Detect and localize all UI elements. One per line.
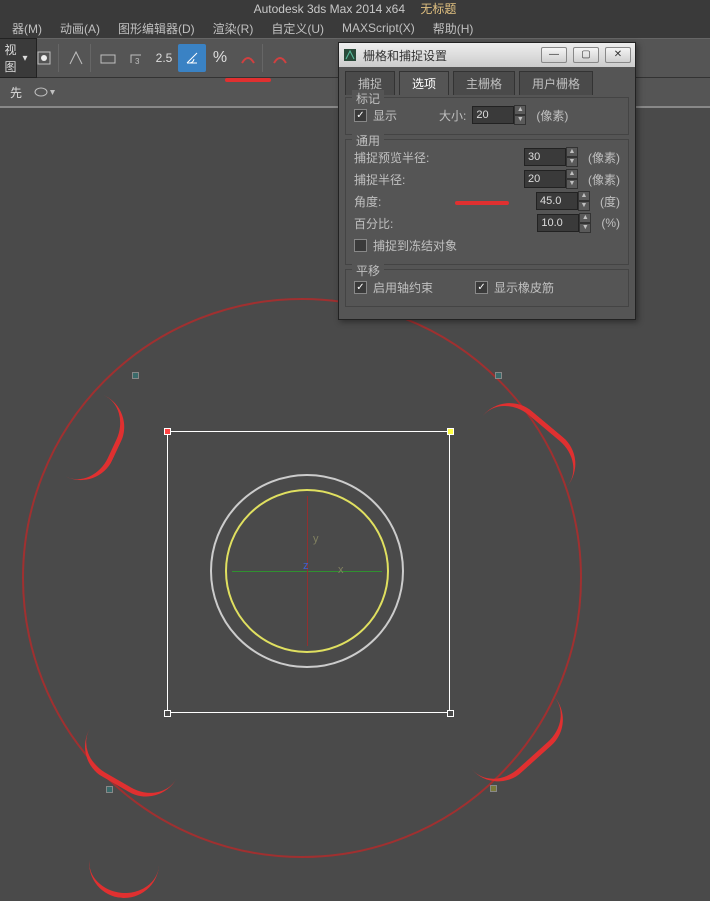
preview-radius-unit: (像素) <box>588 149 620 166</box>
snap-radius-label: 捕捉半径: <box>354 171 444 188</box>
preview-radius-label: 捕捉预览半径: <box>354 149 444 166</box>
percent-unit: (%) <box>601 216 620 230</box>
named-sel-icon[interactable]: 先 <box>2 78 30 106</box>
snap-radius-input[interactable] <box>524 170 566 188</box>
size-spinner[interactable]: ▲▼ <box>514 105 526 125</box>
dialog-title: 栅格和捕捉设置 <box>363 47 447 64</box>
annotation-stroke-bottom <box>86 805 164 901</box>
tool-dropdown-icon[interactable] <box>30 78 58 106</box>
axis-constraint-label: 启用轴约束 <box>373 279 433 296</box>
menu-customize[interactable]: 自定义(U) <box>263 19 332 38</box>
snap-frozen-label: 捕捉到冻结对象 <box>373 237 457 254</box>
angle-snap-icon[interactable] <box>178 44 206 72</box>
preview-radius-input[interactable] <box>524 148 566 166</box>
app-titlebar: Autodesk 3ds Max 2014 x64 无标题 <box>0 0 710 18</box>
spinner-snap-icon[interactable] <box>234 44 262 72</box>
select-manip-icon[interactable] <box>62 44 90 72</box>
selection-handle-tr[interactable] <box>447 428 454 435</box>
app-icon <box>343 48 357 62</box>
annotation-underline-1 <box>225 78 271 82</box>
angle-unit: (度) <box>600 193 620 210</box>
edge-snap-icon[interactable] <box>266 44 294 72</box>
bbox-handle-tr[interactable] <box>495 372 502 379</box>
bbox-handle-bl[interactable] <box>106 786 113 793</box>
tab-user-grid[interactable]: 用户栅格 <box>519 71 593 95</box>
menu-help[interactable]: 帮助(H) <box>425 19 482 38</box>
group-general-title: 通用 <box>352 132 384 149</box>
group-pan: 平移 启用轴约束 显示橡皮筋 <box>345 269 629 307</box>
dialog-titlebar[interactable]: 栅格和捕捉设置 — ▢ ✕ <box>339 43 635 67</box>
svg-text:3: 3 <box>135 57 140 66</box>
bbox-handle-tl[interactable] <box>132 372 139 379</box>
group-mark-title: 标记 <box>352 90 384 107</box>
percent-input[interactable] <box>537 214 579 232</box>
percent-label: 百分比: <box>354 215 444 232</box>
app-title: Autodesk 3ds Max 2014 x64 <box>254 2 405 16</box>
keyboard-shortcut-icon[interactable] <box>94 44 122 72</box>
maximize-button[interactable]: ▢ <box>573 47 599 63</box>
snap-radius-unit: (像素) <box>588 171 620 188</box>
bbox-handle-br[interactable] <box>490 785 497 792</box>
snap-3d-icon[interactable]: 3 <box>122 44 150 72</box>
group-mark: 标记 显示 大小: ▲▼ (像素) <box>345 97 629 135</box>
selection-handle-br[interactable] <box>447 710 454 717</box>
dialog-body: 标记 显示 大小: ▲▼ (像素) 通用 捕捉预览半径: ▲▼ <box>339 95 635 317</box>
angle-label: 角度: <box>354 193 444 210</box>
angle-value[interactable]: 2.5 <box>150 44 178 72</box>
angle-spinner[interactable]: ▲▼ <box>578 191 590 211</box>
coord-sys-dropdown[interactable]: 视图 <box>2 44 30 72</box>
rubber-band-label: 显示橡皮筋 <box>494 279 554 296</box>
close-button[interactable]: ✕ <box>605 47 631 63</box>
pivot-icon[interactable] <box>30 44 58 72</box>
tab-options[interactable]: 选项 <box>399 71 449 95</box>
size-label: 大小: <box>439 107 466 124</box>
preview-radius-spinner[interactable]: ▲▼ <box>566 147 578 167</box>
doc-name: 无标题 <box>420 2 456 16</box>
display-checkbox[interactable] <box>354 109 367 122</box>
axis-label-z: z <box>303 560 309 572</box>
rubber-band-checkbox[interactable] <box>475 281 488 294</box>
axis-constraint-checkbox[interactable] <box>354 281 367 294</box>
menu-rendering[interactable]: 渲染(R) <box>205 19 262 38</box>
percent-snap-icon[interactable]: % <box>206 44 234 72</box>
size-unit: (像素) <box>536 107 568 124</box>
snap-frozen-checkbox[interactable] <box>354 239 367 252</box>
snap-radius-spinner[interactable]: ▲▼ <box>566 169 578 189</box>
annotation-underline-2 <box>455 201 509 205</box>
axis-label-x: x <box>338 564 344 576</box>
selection-handle-bl[interactable] <box>164 710 171 717</box>
axis-label-y: y <box>313 533 319 545</box>
display-label: 显示 <box>373 107 397 124</box>
menu-maxscript[interactable]: MAXScript(X) <box>334 20 423 36</box>
tab-home-grid[interactable]: 主栅格 <box>453 71 515 95</box>
menubar: 器(M) 动画(A) 图形编辑器(D) 渲染(R) 自定义(U) MAXScri… <box>0 18 710 38</box>
menu-modifiers[interactable]: 器(M) <box>4 19 50 38</box>
size-input[interactable] <box>472 106 514 124</box>
menu-graph-editors[interactable]: 图形编辑器(D) <box>110 19 203 38</box>
selection-handle-tl[interactable] <box>164 428 171 435</box>
percent-spinner[interactable]: ▲▼ <box>579 213 591 233</box>
grid-snap-settings-dialog: 栅格和捕捉设置 — ▢ ✕ 捕捉 选项 主栅格 用户栅格 标记 显示 大小: ▲… <box>338 42 636 320</box>
minimize-button[interactable]: — <box>541 47 567 63</box>
menu-animation[interactable]: 动画(A) <box>52 19 108 38</box>
angle-input[interactable] <box>536 192 578 210</box>
group-pan-title: 平移 <box>352 262 384 279</box>
